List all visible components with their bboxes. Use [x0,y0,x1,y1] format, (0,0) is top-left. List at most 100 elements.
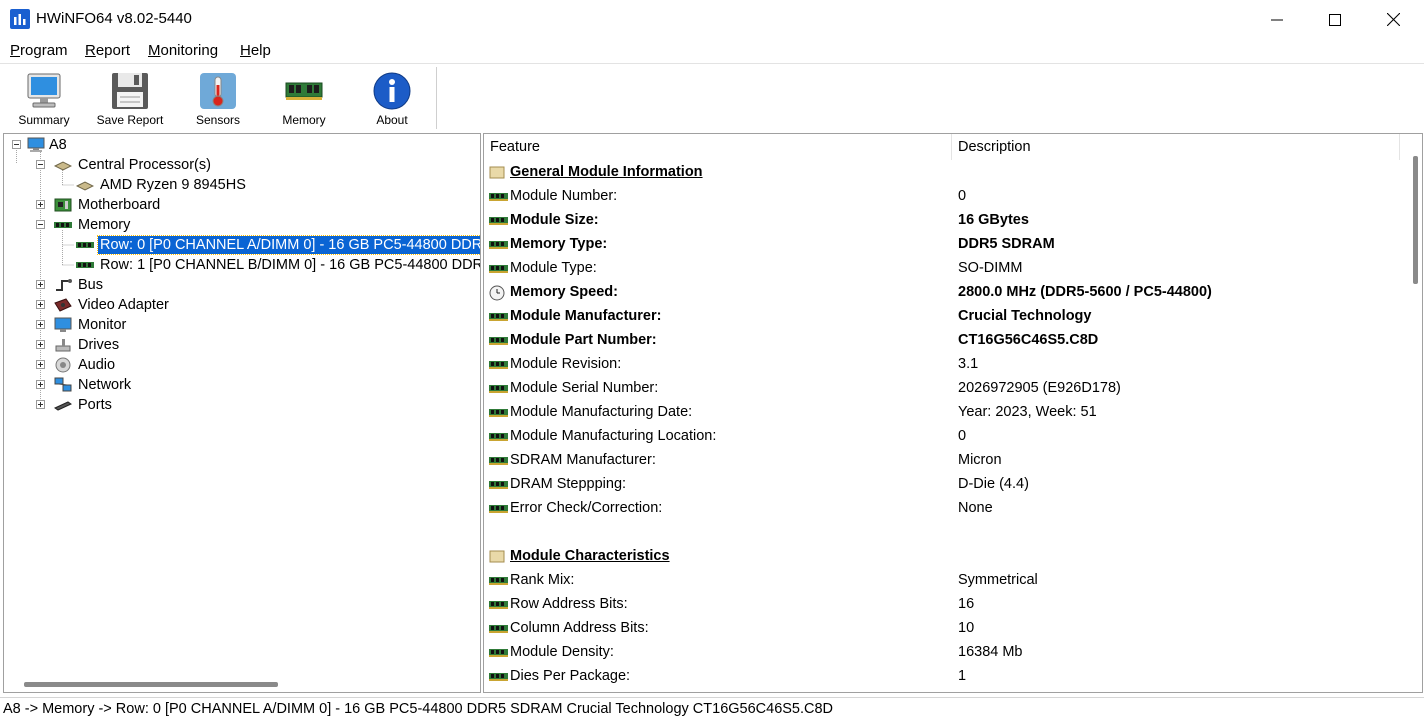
expand-toggle[interactable] [36,340,45,349]
description-cell: 0 [958,428,967,444]
collapse-toggle[interactable] [36,160,45,169]
description-cell: SO-DIMM [958,260,1023,276]
table-row[interactable]: Module Manufacturing Date: Year: 2023, We… [484,401,1404,425]
maximize-button[interactable] [1306,0,1364,39]
description-cell: Crucial Technology [958,308,1092,324]
bus-icon [56,279,72,291]
description-cell: Year: 2023, Week: 51 [958,404,1097,420]
minimize-icon [1271,19,1283,20]
table-row[interactable]: Column Address Bits: 10 [484,617,1404,641]
memory-module-icon [489,481,508,489]
save-report-button[interactable]: Save Report [90,68,170,130]
computer-icon [27,137,45,152]
table-row[interactable]: Module Serial Number: 2026972905 (E926D17… [484,377,1404,401]
table-row[interactable]: Module Manufacturing Location: 0 [484,425,1404,449]
menu-monitoring[interactable]: Monitoring [148,42,218,59]
section-header[interactable]: General Module Information [484,161,1404,185]
blank-row [484,521,1404,545]
table-row[interactable]: SDRAM Manufacturer: Micron [484,449,1404,473]
expand-toggle[interactable] [36,320,45,329]
collapse-toggle[interactable] [12,140,21,149]
feature-cell: Memory Type: [510,236,608,252]
details-vertical-scrollbar[interactable] [1413,156,1418,284]
table-row[interactable]: Memory Type: DDR5 SDRAM [484,233,1404,257]
expand-toggle[interactable] [36,400,45,409]
close-button[interactable] [1364,0,1422,39]
description-cell: 16 [958,596,975,612]
feature-cell: Module Number: [510,188,618,204]
device-tree[interactable]: A8 Central Processor(s) AMD Ryzen 9 8945… [3,133,481,693]
status-text: A8 -> Memory -> Row: 0 [P0 CHANNEL A/DIM… [3,701,834,717]
feature-cell: Memory Speed: [510,284,618,300]
description-cell: DDR5 SDRAM [958,236,1055,252]
menu-help[interactable]: Help [240,42,271,59]
sensors-button[interactable]: Sensors [178,68,258,130]
description-cell: None [958,500,993,516]
menu-bar: Program Report Monitoring Help [0,39,1424,63]
table-row[interactable]: DRAM Steppping: D-Die (4.4) [484,473,1404,497]
collapse-toggle[interactable] [36,220,45,229]
memory-module-icon [489,193,508,201]
port-icon [54,401,72,411]
memory-module-icon [489,217,508,225]
memory-button[interactable]: Memory [264,68,344,130]
about-button[interactable]: About [352,68,432,130]
expand-toggle[interactable] [36,200,45,209]
title-bar[interactable]: HWiNFO64 v8.02-5440 [0,0,1424,39]
memory-module-icon [489,505,508,513]
section-header[interactable]: Module Characteristics [484,545,1404,569]
description-cell: CT16G56C46S5.C8D [958,332,1099,348]
hwinfo-app-icon [10,9,30,29]
memory-module-icon [489,457,508,465]
table-row[interactable]: Module Number: 0 [484,185,1404,209]
table-row[interactable]: Dies Per Package: 1 [484,665,1404,689]
floppy-disk-icon [112,73,148,109]
drive-icon [55,339,71,352]
feature-cell: Module Serial Number: [510,380,659,396]
expand-toggle[interactable] [36,380,45,389]
feature-cell: Rank Mix: [510,572,575,588]
column-header-description[interactable]: Description [952,134,1400,160]
memory-module-icon [54,222,72,228]
table-row[interactable]: Rank Mix: Symmetrical [484,569,1404,593]
table-row[interactable]: Module Manufacturer: Crucial Technology [484,305,1404,329]
table-row[interactable]: Memory Speed: 2800.0 MHz (DDR5-5600 / PC5… [484,281,1404,305]
feature-cell: SDRAM Manufacturer: [510,452,656,468]
speaker-icon [55,357,71,373]
feature-cell: Module Part Number: [510,332,657,348]
thermometer-icon [200,73,236,109]
feature-cell: Dies Per Package: [510,668,631,684]
feature-cell: Module Size: [510,212,599,228]
table-row[interactable]: Error Check/Correction: None [484,497,1404,521]
table-row[interactable]: Module Part Number: CT16G56C46S5.C8D [484,329,1404,353]
tree-horizontal-scrollbar[interactable] [24,682,278,687]
minimize-button[interactable] [1248,0,1306,39]
table-row[interactable]: Module Size: 16 GBytes [484,209,1404,233]
toolbar: Summary Save Report Sensors Memory About [0,63,1424,132]
memory-module-icon [489,385,508,393]
table-row[interactable]: Module Revision: 3.1 [484,353,1404,377]
summary-button[interactable]: Summary [4,68,84,130]
save-report-label: Save Report [96,113,164,127]
description-cell: 16384 Mb [958,644,1023,660]
memory-module-icon [489,601,508,609]
video-card-icon [54,298,72,312]
menu-report[interactable]: Report [85,42,130,59]
table-row[interactable]: Module Density: 16384 Mb [484,641,1404,665]
cpu-icon [54,161,72,171]
expand-toggle[interactable] [36,360,45,369]
details-list[interactable]: Feature Description General Module Infor… [483,133,1423,693]
table-row[interactable]: Module Type: SO-DIMM [484,257,1404,281]
close-icon [1386,13,1400,26]
expand-toggle[interactable] [36,300,45,309]
memory-module-icon [489,313,508,321]
column-header-feature[interactable]: Feature [484,134,952,160]
feature-cell: General Module Information [510,164,703,180]
memory-label: Memory [282,113,326,127]
table-row[interactable]: Row Address Bits: 16 [484,593,1404,617]
feature-cell: Error Check/Correction: [510,500,663,516]
expand-toggle[interactable] [36,280,45,289]
description-cell: Symmetrical [958,572,1038,588]
clock-icon [489,285,505,301]
menu-program[interactable]: Program [10,42,68,59]
